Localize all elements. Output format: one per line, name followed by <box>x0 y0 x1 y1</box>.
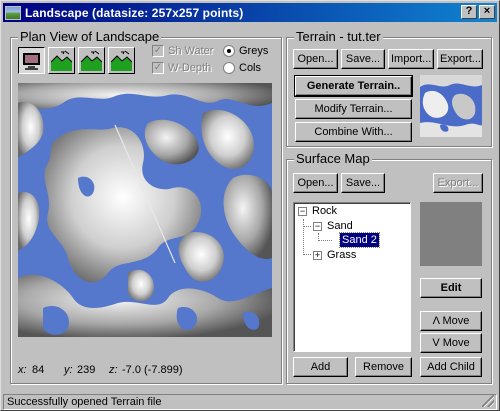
status-bar: Successfully opened Terrain file <box>3 394 497 410</box>
terrain-view-2-icon <box>81 50 102 71</box>
surface-open-button[interactable]: Open... <box>293 173 338 193</box>
remove-button[interactable]: Remove <box>355 357 412 377</box>
cols-radio[interactable]: Cols <box>223 62 261 74</box>
coord-z-value: -7.0 (-7.899) <box>122 364 183 376</box>
plan-view-title: Plan View of Landscape <box>18 29 162 44</box>
collapse-icon[interactable]: − <box>298 207 307 216</box>
add-child-button[interactable]: Add Child <box>420 357 482 377</box>
tree-item-grass[interactable]: Grass <box>327 248 356 262</box>
sh-water-checkbox[interactable]: ✓ Sh Water <box>152 45 213 57</box>
collapse-icon[interactable]: − <box>313 222 322 231</box>
monitor-view-button[interactable] <box>18 47 45 74</box>
landscape-window: Landscape (datasize: 257x257 points) ? ×… <box>0 0 500 411</box>
window-title: Landscape (datasize: 257x257 points) <box>25 5 244 20</box>
coord-x-label: x: <box>18 364 27 376</box>
coord-y-label: y: <box>64 364 73 376</box>
move-down-button[interactable]: V Move <box>420 333 482 353</box>
surface-export-button[interactable]: Export... <box>433 173 483 193</box>
checkmark-icon: ✓ <box>152 62 164 74</box>
terrain-view-3-button[interactable] <box>108 47 135 74</box>
tree-item-rock[interactable]: Rock <box>312 204 337 218</box>
terrain-import-button[interactable]: Import... <box>388 49 434 69</box>
terrain-plan-map[interactable] <box>18 83 272 337</box>
monitor-view-icon <box>23 53 40 70</box>
terrain-view-3-icon <box>111 50 132 71</box>
help-button[interactable]: ? <box>461 5 477 19</box>
expand-icon[interactable]: + <box>313 251 322 260</box>
terrain-view-1-button[interactable] <box>48 47 75 74</box>
coord-x-value: 84 <box>32 364 45 376</box>
surface-texture-swatch <box>420 202 482 266</box>
generate-terrain-button[interactable]: Generate Terrain.. <box>294 75 413 97</box>
terrain-title: Terrain - tut.ter <box>294 29 383 44</box>
surface-tree[interactable]: − Rock − Sand Sand 2 + Grass <box>293 202 411 352</box>
close-button[interactable]: × <box>479 5 495 19</box>
status-text: Successfully opened Terrain file <box>7 396 162 408</box>
modify-terrain-button[interactable]: Modify Terrain... <box>295 99 412 119</box>
greys-radio[interactable]: Greys <box>223 45 268 57</box>
terrain-view-1-icon <box>51 50 72 71</box>
combine-with-button[interactable]: Combine With... <box>295 122 412 142</box>
terrain-export-button[interactable]: Export... <box>437 49 483 69</box>
title-bar[interactable]: Landscape (datasize: 257x257 points) ? × <box>3 3 497 22</box>
terrain-view-2-button[interactable] <box>78 47 105 74</box>
surface-map-title: Surface Map <box>294 151 372 166</box>
terrain-save-button[interactable]: Save... <box>341 49 385 69</box>
tree-item-sand-2[interactable]: Sand 2 <box>339 232 380 248</box>
surface-save-button[interactable]: Save... <box>341 173 385 193</box>
add-button[interactable]: Add <box>293 357 348 377</box>
edit-button[interactable]: Edit <box>420 278 482 298</box>
coord-y-value: 239 <box>77 364 96 376</box>
terrain-heightmap <box>18 83 272 337</box>
terrain-thumbnail-image <box>420 75 482 137</box>
terrain-open-button[interactable]: Open... <box>293 49 338 69</box>
landscape-app-icon <box>5 5 21 20</box>
tree-item-sand[interactable]: Sand <box>327 219 353 233</box>
resize-grip-icon[interactable] <box>482 395 494 407</box>
coord-z-label: z: <box>109 364 118 376</box>
move-up-button[interactable]: Λ Move <box>420 311 482 331</box>
w-depth-checkbox[interactable]: ✓ W-Depth <box>152 62 211 74</box>
checkmark-icon: ✓ <box>152 45 164 57</box>
terrain-preview-thumbnail <box>420 75 482 137</box>
